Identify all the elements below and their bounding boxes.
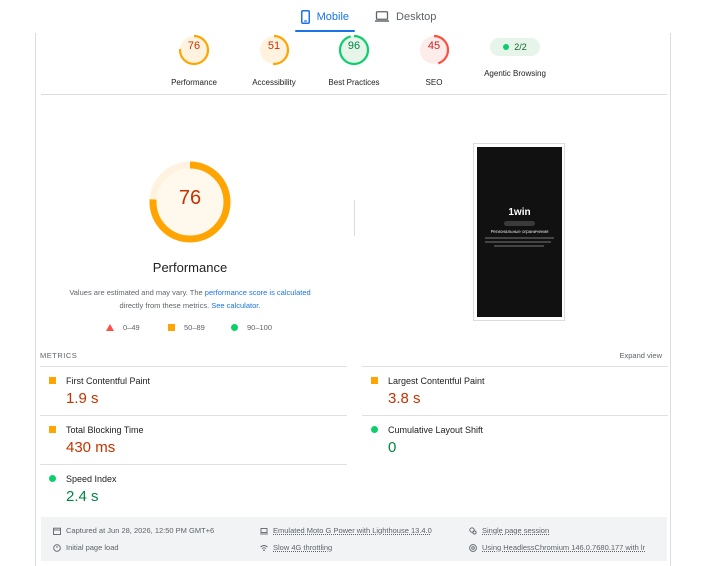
metric-speed-index-value: 2.4 s [66,488,99,505]
calendar-icon [53,527,61,535]
pass-circle-icon [49,475,56,482]
session-type[interactable]: Single page session [469,526,549,535]
tab-desktop-label: Desktop [396,10,437,23]
note-middle: directly from these metrics. [119,301,212,310]
site-logo: 1win [508,207,531,218]
screenshot-badge [504,221,535,226]
expand-view-toggle[interactable]: Expand view [576,351,662,360]
runtime-settings: Captured at Jun 28, 2026, 12:50 PM GMT+6… [41,517,667,561]
laptop-icon [260,527,268,534]
screenshot-text-line [494,245,544,247]
metric-fcp-name: First Contentful Paint [66,376,151,386]
gauge-seo[interactable]: 45 SEO [389,33,479,87]
gauge-performance-label: Performance [171,78,217,87]
metric-tbt-name: Total Blocking Time [66,425,144,435]
average-square-icon [371,377,378,384]
pagespeed-report: Mobile Desktop 76 Performance 51 Accessi… [0,0,705,566]
pass-circle-icon [231,324,238,331]
metric-lcp: Largest Contentful Paint 3.8 s [362,366,662,414]
chrome-icon [469,543,477,552]
network-throttling[interactable]: Slow 4G throttling [260,543,332,552]
captured-at: Captured at Jun 28, 2026, 12:50 PM GMT+6 [53,526,214,535]
timer-icon [53,543,61,552]
pass-circle-icon [371,426,378,433]
agentic-badge: 2/2 [490,38,540,56]
legend-average: 50–89 [168,323,205,332]
gauge-accessibility-label: Accessibility [252,78,296,87]
desktop-icon [375,11,390,22]
agentic-label: Agentic Browsing [484,69,546,78]
performance-score-link[interactable]: performance score is calculated [205,288,311,297]
metric-fcp: First Contentful Paint 1.9 s [40,366,340,414]
calculator-link[interactable]: See calculator. [211,301,260,310]
gauge-agentic-browsing[interactable]: 2/2 Agentic Browsing [470,33,560,78]
emulated-device[interactable]: Emulated Moto G Power with Lighthouse 13… [260,526,432,535]
performance-note: Values are estimated and may vary. The p… [56,286,324,312]
metric-tbt-value: 430 ms [66,439,116,456]
initial-load-text: Initial page load [66,543,119,552]
pass-dot-icon [503,44,510,50]
screenshot-heading: Региональные ограничения [490,229,549,234]
fail-triangle-icon [106,324,114,331]
screenshot-screen: 1win Региональные ограничения [477,147,562,317]
wifi-icon [260,544,268,551]
tab-mobile[interactable]: Mobile [291,0,359,33]
metric-cls-value: 0 [388,439,397,456]
average-square-icon [49,426,56,433]
browser-version[interactable]: Using HeadlessChromium 146.0.7680.177 wi… [469,543,645,552]
network-throttling-text[interactable]: Slow 4G throttling [273,543,332,552]
final-screenshot[interactable]: 1win Региональные ограничения [473,143,565,321]
agentic-value: 2/2 [514,42,527,52]
gauge-performance[interactable]: 76 Performance [149,33,239,87]
gauge-accessibility[interactable]: 51 Accessibility [229,33,319,87]
legend-pass-label: 90–100 [247,323,273,332]
phone-icon [300,9,310,24]
metric-tbt: Total Blocking Time 430 ms [40,415,340,463]
initial-load: Initial page load [53,543,119,552]
gauge-performance-score: 76 [187,40,201,52]
category-gauges: 76 Performance 51 Accessibility 96 Best … [41,33,667,95]
metric-cls: Cumulative Layout Shift 0 [362,415,662,463]
average-square-icon [168,324,175,331]
score-legend: 0–49 50–89 90–100 [106,323,306,335]
average-square-icon [49,377,56,384]
metric-speed-index: Speed Index 2.4 s [40,464,340,512]
gauge-best-practices-label: Best Practices [328,78,380,87]
performance-title: Performance [152,260,228,275]
section-divider [354,200,355,236]
legend-fail: 0–49 [106,323,140,332]
session-type-text[interactable]: Single page session [482,526,549,535]
legend-average-label: 50–89 [184,323,205,332]
emulated-device-text[interactable]: Emulated Moto G Power with Lighthouse 13… [273,526,432,535]
session-icon [469,526,477,535]
gauge-seo-score: 45 [427,40,441,52]
note-prefix: Values are estimated and may vary. The [69,288,205,297]
tab-desktop[interactable]: Desktop [365,0,446,33]
metric-lcp-value: 3.8 s [388,390,421,407]
report-frame: 76 Performance 51 Accessibility 96 Best … [35,33,671,566]
gauge-best-practices-score: 96 [347,40,361,52]
device-tabs: Mobile Desktop [0,0,705,33]
metrics-heading: METRICS [40,351,78,360]
gauge-best-practices[interactable]: 96 Best Practices [309,33,399,87]
browser-version-text[interactable]: Using HeadlessChromium 146.0.7680.177 wi… [482,543,645,552]
metric-cls-name: Cumulative Layout Shift [388,425,484,435]
screenshot-text-line [485,237,554,239]
gauge-accessibility-score: 51 [267,40,281,52]
screenshot-text-line [485,241,551,243]
gauge-seo-label: SEO [425,78,443,87]
legend-fail-label: 0–49 [123,323,140,332]
performance-big-score: 76 [178,187,202,209]
metric-fcp-value: 1.9 s [66,390,99,407]
captured-at-text: Captured at Jun 28, 2026, 12:50 PM GMT+6 [66,526,215,535]
legend-pass: 90–100 [231,323,272,332]
metric-speed-index-name: Speed Index [66,474,117,484]
metric-lcp-name: Largest Contentful Paint [388,376,485,386]
tab-mobile-label: Mobile [316,10,350,23]
